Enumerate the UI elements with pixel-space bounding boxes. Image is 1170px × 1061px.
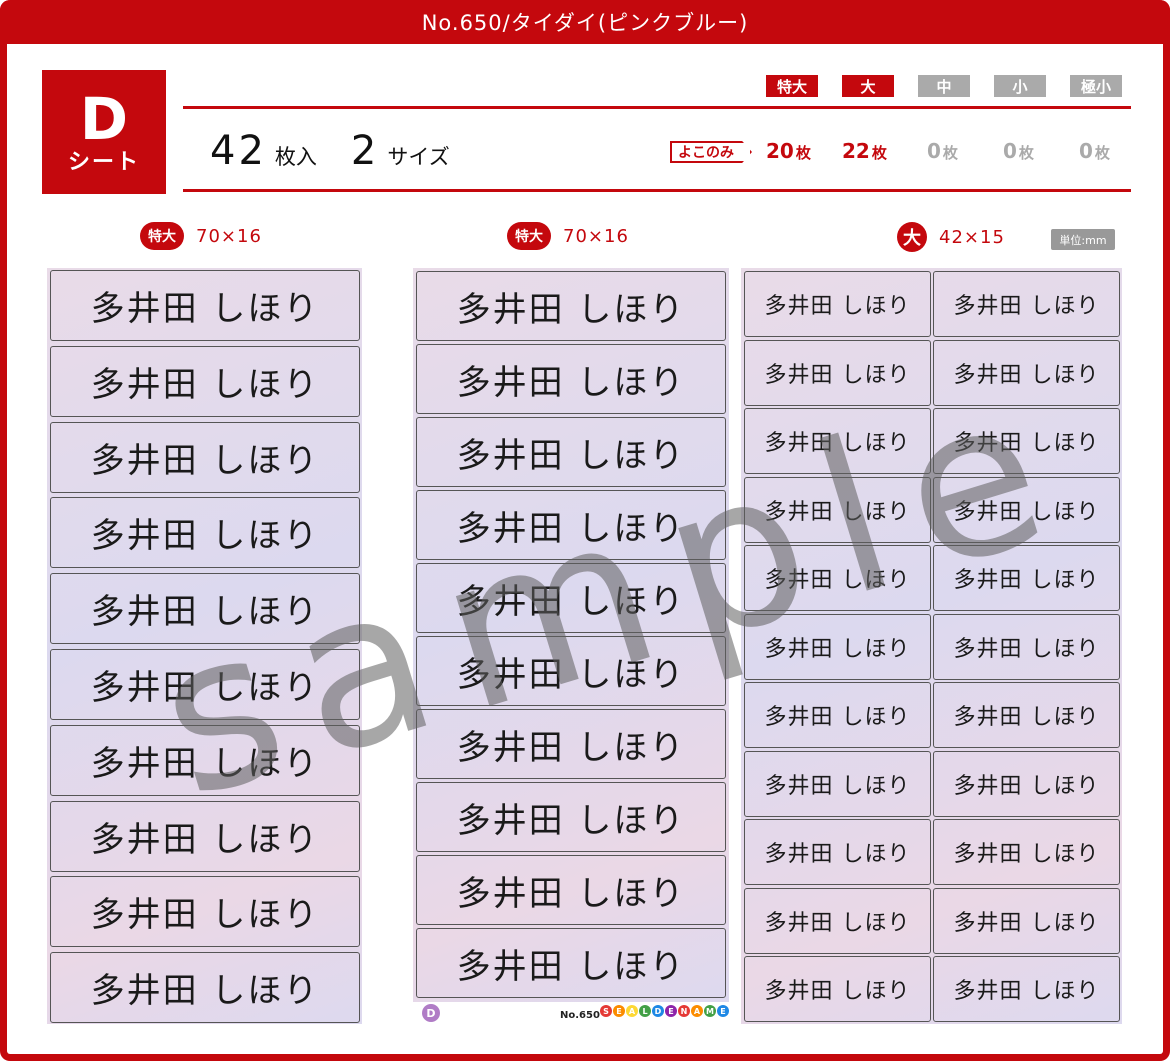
name-label: 多井田 しほり [744,476,931,543]
name-label: 多井田 しほり [50,497,360,569]
name-label: 多井田 しほり [933,545,1120,611]
title-bar: No.650/タイダイ(ピンクブルー) [0,0,1170,44]
name-label: 多井田 しほり [416,344,726,414]
name-label: 多井田 しほり [416,855,726,925]
name-label: 多井田 しほり [50,724,360,796]
size-tag-sho: 小 [994,75,1046,97]
total-unit: 枚入 [274,145,317,169]
column-label-2: 特大 70×16 [507,222,629,250]
size-tag-tokudai: 特大 [766,75,818,97]
footer-product-number: No.650 [560,1010,600,1021]
name-label: 多井田 しほり [744,819,931,885]
name-label: 多井田 しほり [50,876,360,948]
name-label: 多井田 しほり [933,750,1120,817]
name-label: 多井田 しほり [933,613,1120,680]
name-label: 多井田 しほり [50,649,360,720]
logo-letter: L [639,1005,651,1017]
size-pill: 特大 [507,222,551,250]
quantity-sho: 0枚 [1003,139,1034,163]
size-count: 2 [350,128,380,174]
name-label: 多井田 しほり [416,636,726,706]
name-label: 多井田 しほり [744,613,931,680]
name-label: 多井田 しほり [744,750,931,817]
size-dimensions: 70×16 [196,225,262,247]
logo-letter: E [717,1005,729,1017]
size-dimensions: 70×16 [563,225,629,247]
sheet-count: 42 枚入 2 サイズ [210,128,450,174]
size-pill: 大 [897,222,927,252]
orientation-badge: よこのみ [670,141,752,163]
name-label: 多井田 しほり [744,339,931,406]
size-tag-dai: 大 [842,75,894,97]
unit-note: 単位:mm [1051,229,1115,250]
size-unit: サイズ [387,145,450,169]
name-label: 多井田 しほり [416,271,726,341]
name-label: 多井田 しほり [50,573,360,645]
product-title: No.650/タイダイ(ピンクブルー) [421,11,749,35]
name-label: 多井田 しほり [416,709,726,779]
quantity-tokudai: 20 枚 [766,139,811,163]
name-label: 多井田 しほり [416,928,726,998]
logo-letter: M [704,1005,716,1017]
name-label: 多井田 しほり [744,408,931,474]
name-label: 多井田 しほり [416,782,726,852]
quantity-chu: 0枚 [927,139,958,163]
name-label: 多井田 しほり [933,339,1120,406]
sheet-type-badge: D シート [42,70,166,194]
size-tag-gokusho: 極小 [1070,75,1122,97]
logo-letter: D [652,1005,664,1017]
size-dimensions: 42×15 [939,226,1005,248]
name-label: 多井田 しほり [744,887,931,954]
logo-letter: S [600,1005,612,1017]
quantity-gokusho: 0枚 [1079,139,1110,163]
column-label-1: 特大 70×16 [140,222,262,250]
logo-letter: E [613,1005,625,1017]
name-label: 多井田 しほり [933,476,1120,543]
divider-bottom [183,189,1131,192]
name-label: 多井田 しほり [50,270,360,341]
name-label: 多井田 しほり [416,490,726,560]
name-label: 多井田 しほり [933,682,1120,748]
quantity-dai: 22 枚 [842,139,887,163]
size-tag-chu: 中 [918,75,970,97]
name-label: 多井田 しほり [933,956,1120,1022]
name-label: 多井田 しほり [416,563,726,633]
sheet-word: シート [67,150,140,175]
footer-sheet-badge: D [422,1004,440,1022]
column-label-3: 大 42×15 [897,222,1005,252]
name-label: 多井田 しほり [933,408,1120,474]
divider-top [183,106,1131,109]
name-label: 多井田 しほり [50,345,360,417]
name-label: 多井田 しほり [933,819,1120,885]
name-label: 多井田 しほり [50,800,360,872]
name-label: 多井田 しほり [744,956,931,1022]
total-count: 42 [210,128,267,174]
name-label: 多井田 しほり [50,421,360,493]
name-label: 多井田 しほり [50,952,360,1024]
name-label: 多井田 しほり [933,271,1120,337]
name-label: 多井田 しほり [416,417,726,487]
brand-logo: SEALDENAME [600,1005,730,1017]
size-pill: 特大 [140,222,184,250]
name-label: 多井田 しほり [933,887,1120,954]
name-label: 多井田 しほり [744,545,931,611]
logo-letter: A [626,1005,638,1017]
logo-letter: E [665,1005,677,1017]
sheet-letter: D [79,85,129,153]
logo-letter: N [678,1005,690,1017]
logo-letter: A [691,1005,703,1017]
name-label: 多井田 しほり [744,271,931,337]
name-label: 多井田 しほり [744,682,931,748]
